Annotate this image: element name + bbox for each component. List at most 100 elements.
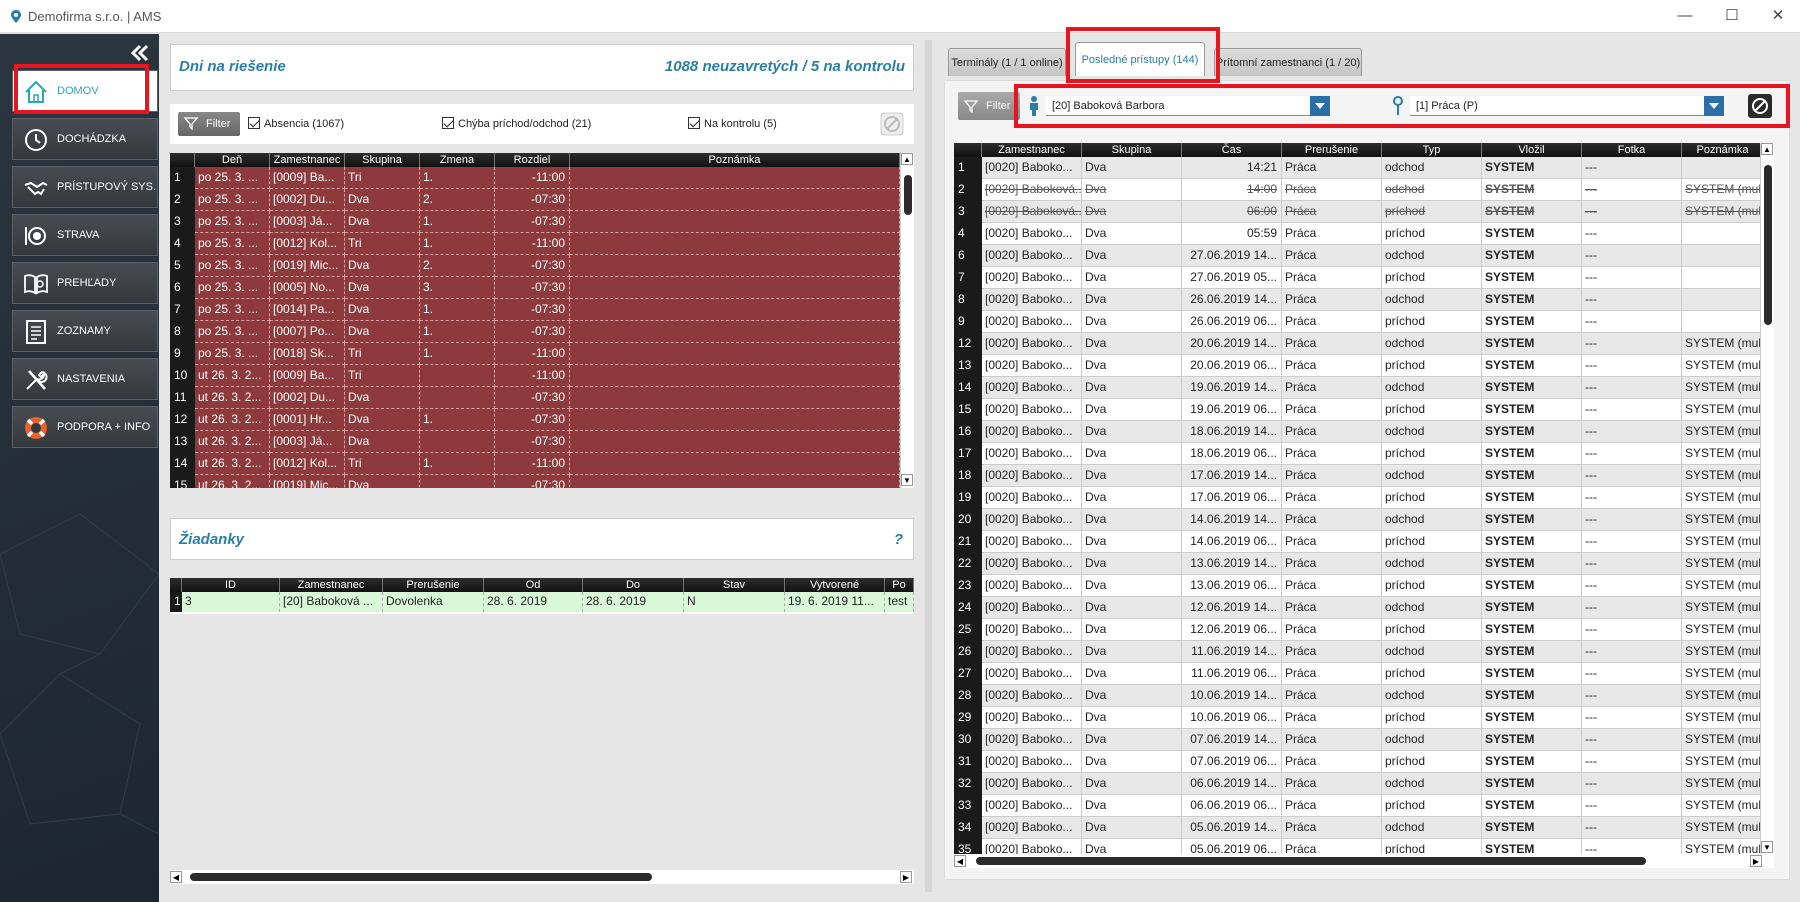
column-header[interactable]: ID — [182, 578, 280, 592]
minimize-button[interactable]: — — [1665, 6, 1705, 26]
table-row[interactable]: 35 [0020] Baboko... Dva 05.06.2019 06... Prá… — [954, 839, 1764, 855]
table-row[interactable]: 19 [0020] Baboko... Dva 17.06.2019 06... Prá… — [954, 487, 1764, 509]
column-header[interactable]: Fotka — [1582, 143, 1682, 157]
column-header[interactable]: Od — [484, 578, 583, 592]
nav-dochadzka[interactable]: DOCHÁDZKA — [12, 118, 158, 160]
table-row[interactable]: 9 [0020] Baboko... Dva 26.06.2019 06... Prác… — [954, 311, 1764, 333]
table-row[interactable]: 6 po 25. 3. ... [0005] No... Dva 3. -07:30 — [170, 277, 900, 299]
scroll-down-arrow[interactable]: ▼ — [1761, 841, 1773, 853]
column-header[interactable]: Typ — [1382, 143, 1482, 157]
table-row[interactable]: 17 [0020] Baboko... Dva 18.06.2019 06... Prá… — [954, 443, 1764, 465]
column-header[interactable]: Vytvorené — [785, 578, 885, 592]
column-header[interactable]: Skupina — [1082, 143, 1182, 157]
nav-podpora-info[interactable]: PODPORA + INFO — [12, 406, 158, 448]
column-header[interactable]: Zamestnanec — [280, 578, 383, 592]
column-header[interactable] — [170, 578, 182, 592]
days-filter-button[interactable]: Filter — [178, 112, 240, 136]
column-header[interactable]: Čas — [1182, 143, 1282, 157]
table-row[interactable]: 7 [0020] Baboko... Dva 27.06.2019 05... Prác… — [954, 267, 1764, 289]
column-header[interactable]: Poznámka — [570, 153, 900, 167]
column-header[interactable]: Deň — [195, 153, 270, 167]
table-row[interactable]: 14 [0020] Baboko... Dva 19.06.2019 14... Prá… — [954, 377, 1764, 399]
table-row[interactable]: 30 [0020] Baboko... Dva 07.06.2019 14... Prá… — [954, 729, 1764, 751]
column-header[interactable]: Zamestnanec — [270, 153, 345, 167]
column-header[interactable]: Prerušenie — [1282, 143, 1382, 157]
column-header[interactable]: Vložil — [1482, 143, 1582, 157]
table-row[interactable]: 12 ut 26. 3. 2... [0001] Hr... Dva 1. -07:30 — [170, 409, 900, 431]
table-row[interactable]: 18 [0020] Baboko... Dva 17.06.2019 14... Prá… — [954, 465, 1764, 487]
column-header[interactable]: Po — [885, 578, 914, 592]
table-row[interactable]: 3 po 25. 3. ... [0003] Já... Dva 1. -07:30 — [170, 211, 900, 233]
access-filter-button[interactable]: Filter — [958, 92, 1020, 120]
table-row[interactable]: 13 [0020] Baboko... Dva 20.06.2019 06... Prá… — [954, 355, 1764, 377]
table-row[interactable]: 12 [0020] Baboko... Dva 20.06.2019 14... Prá… — [954, 333, 1764, 355]
scroll-thumb[interactable] — [190, 873, 652, 881]
table-row[interactable]: 1 po 25. 3. ... [0009] Ba... Tri 1. -11:00 — [170, 167, 900, 189]
column-header[interactable]: Rozdiel — [495, 153, 570, 167]
column-header[interactable]: Stav — [684, 578, 785, 592]
table-row[interactable]: 2 [0020] Baboková... Dva 14:00 Práca odchod SY… — [954, 179, 1764, 201]
table-row[interactable]: 13 ut 26. 3. 2... [0003] Já... Dva -07:30 — [170, 431, 900, 453]
table-row[interactable]: 32 [0020] Baboko... Dva 06.06.2019 14... Prá… — [954, 773, 1764, 795]
table-row[interactable]: 29 [0020] Baboko... Dva 10.06.2019 06... Prá… — [954, 707, 1764, 729]
collapse-sidebar-icon[interactable] — [128, 42, 150, 64]
table-row[interactable]: 10 ut 26. 3. 2... [0009] Ba... Tri -11:00 — [170, 365, 900, 387]
days-vertical-scrollbar[interactable]: ▲ ▼ — [900, 153, 914, 488]
table-row[interactable]: 6 [0020] Baboko... Dva 27.06.2019 14... Prác… — [954, 245, 1764, 267]
left-horizontal-scrollbar[interactable]: ◀ ▶ — [170, 870, 914, 884]
table-row[interactable]: 23 [0020] Baboko... Dva 13.06.2019 06... Prá… — [954, 575, 1764, 597]
table-row[interactable]: 16 [0020] Baboko... Dva 18.06.2019 14... Prá… — [954, 421, 1764, 443]
table-row[interactable]: 4 po 25. 3. ... [0012] Kol... Tri 1. -11:00 — [170, 233, 900, 255]
splitter[interactable] — [925, 40, 932, 892]
table-row[interactable]: 1 [0020] Baboko... Dva 14:21 Práca odchod SYST… — [954, 157, 1764, 179]
scroll-up-arrow[interactable]: ▲ — [901, 153, 913, 165]
scroll-right-arrow[interactable]: ▶ — [1750, 855, 1762, 867]
scroll-right-arrow[interactable]: ▶ — [900, 871, 912, 883]
table-row[interactable]: 2 po 25. 3. ... [0002] Du... Dva 2. -07:30 — [170, 189, 900, 211]
column-header[interactable]: Poznámka — [1682, 143, 1764, 157]
table-row[interactable]: 28 [0020] Baboko... Dva 10.06.2019 14... Prá… — [954, 685, 1764, 707]
checkbox[interactable] — [442, 117, 454, 129]
check-chyba-prichod-odchod[interactable]: Chýba príchod/odchod (21) — [442, 117, 591, 130]
table-row[interactable]: 31 [0020] Baboko... Dva 07.06.2019 06... Prá… — [954, 751, 1764, 773]
table-row[interactable]: 27 [0020] Baboko... Dva 11.06.2019 06... Prá… — [954, 663, 1764, 685]
scroll-left-arrow[interactable]: ◀ — [954, 855, 966, 867]
table-row[interactable]: 14 ut 26. 3. 2... [0012] Kol... Tri 1. -11:00 — [170, 453, 900, 475]
table-row[interactable]: 8 po 25. 3. ... [0007] Po... Dva 1. -07:30 — [170, 321, 900, 343]
table-row[interactable]: 11 ut 26. 3. 2... [0002] Du... Dva -07:30 — [170, 387, 900, 409]
scroll-down-arrow[interactable]: ▼ — [901, 474, 913, 486]
column-header[interactable]: Prerušenie — [383, 578, 484, 592]
maximize-button[interactable]: ☐ — [1712, 6, 1752, 26]
check-na-kontrolu[interactable]: Na kontrolu (5) — [688, 117, 777, 130]
nav-strava[interactable]: STRAVA — [12, 214, 158, 256]
table-row[interactable]: 8 [0020] Baboko... Dva 26.06.2019 14... Prác… — [954, 289, 1764, 311]
nav-prehlady[interactable]: PREHĽADY — [12, 262, 158, 304]
table-row[interactable]: 5 po 25. 3. ... [0019] Mic... Dva 2. -07:30 — [170, 255, 900, 277]
table-row[interactable]: 1 3 [20] Baboková ... Dovolenka 28. 6. 2019 2… — [170, 592, 914, 612]
table-row[interactable]: 15 ut 26. 3. 2... [0019] Mic... Dva -07:30 — [170, 475, 900, 488]
column-header[interactable]: Do — [583, 578, 684, 592]
nav-pristupovy-sys[interactable]: PRÍSTUPOVÝ SYS. — [12, 166, 158, 208]
table-row[interactable]: 7 po 25. 3. ... [0014] Pa... Dva 1. -07:30 — [170, 299, 900, 321]
table-row[interactable]: 25 [0020] Baboko... Dva 12.06.2019 06... Prá… — [954, 619, 1764, 641]
column-header[interactable]: Zmena — [420, 153, 495, 167]
table-row[interactable]: 22 [0020] Baboko... Dva 13.06.2019 14... Prá… — [954, 553, 1764, 575]
checkbox[interactable] — [688, 117, 700, 129]
check-absencia[interactable]: Absencia (1067) — [248, 117, 344, 130]
column-header[interactable]: Zamestnanec — [982, 143, 1082, 157]
right-horizontal-scrollbar[interactable]: ◀ ▶ — [954, 854, 1774, 868]
column-header[interactable] — [954, 143, 982, 157]
scroll-thumb[interactable] — [904, 175, 912, 215]
table-row[interactable]: 21 [0020] Baboko... Dva 14.06.2019 06... Prá… — [954, 531, 1764, 553]
table-row[interactable]: 3 [0020] Baboková... Dva 06:00 Práca príchod S… — [954, 201, 1764, 223]
nav-zoznamy[interactable]: ZOZNAMY — [12, 310, 158, 352]
scroll-left-arrow[interactable]: ◀ — [170, 871, 182, 883]
tab-terminaly[interactable]: Terminály (1 / 1 online) — [948, 48, 1066, 76]
scroll-thumb[interactable] — [1764, 165, 1772, 325]
nav-nastavenia[interactable]: NASTAVENIA — [12, 358, 158, 400]
column-header[interactable] — [170, 153, 195, 167]
close-button[interactable]: ✕ — [1758, 6, 1798, 26]
table-row[interactable]: 33 [0020] Baboko... Dva 06.06.2019 06... Prá… — [954, 795, 1764, 817]
table-row[interactable]: 24 [0020] Baboko... Dva 12.06.2019 14... Prá… — [954, 597, 1764, 619]
tab-pritomni-zamestnanci[interactable]: Prítomní zamestnanci (1 / 20) — [1214, 48, 1362, 76]
